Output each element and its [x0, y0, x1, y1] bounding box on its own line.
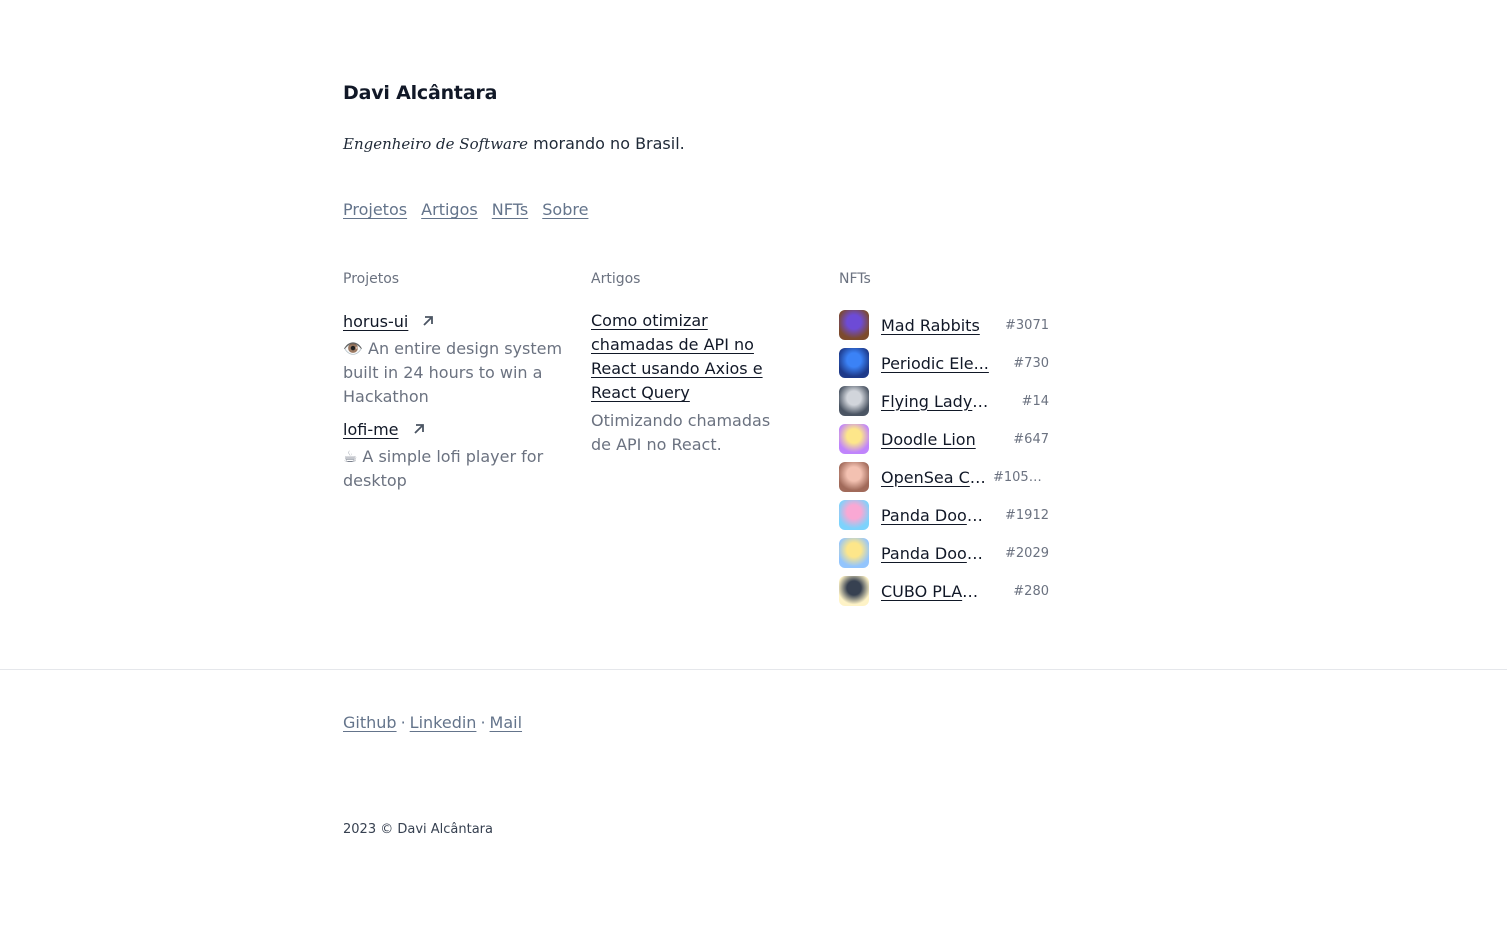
nfts-heading: NFTs — [839, 271, 871, 287]
project-link-horus-ui[interactable]: horus-ui — [343, 312, 408, 331]
footer-link-github[interactable]: Github — [343, 713, 397, 732]
nft-token-id: #280 — [1013, 583, 1049, 599]
tagline: Engenheiro de Software morando no Brasil… — [343, 134, 685, 153]
main-nav: Projetos Artigos NFTs Sobre — [343, 200, 597, 219]
external-arrow-icon[interactable] — [411, 421, 427, 437]
nft-name-link[interactable]: Doodle Lion — [881, 430, 989, 449]
nft-item[interactable]: Doodle Lion #647 — [839, 420, 1049, 458]
nft-item[interactable]: OpenSea Co... #1057... — [839, 458, 1049, 496]
nft-name-link[interactable]: Panda Doodl... — [881, 544, 989, 563]
nft-token-id: #1912 — [1005, 507, 1049, 523]
nft-token-id: #647 — [1013, 431, 1049, 447]
nft-thumbnail — [839, 424, 869, 454]
project-item: lofi-me ☕ A simple lofi player for deskt… — [343, 417, 563, 493]
nft-thumbnail — [839, 310, 869, 340]
footer-separator: · — [480, 713, 486, 732]
nav-link-projetos[interactable]: Projetos — [343, 200, 407, 219]
footer-link-linkedin[interactable]: Linkedin — [410, 713, 477, 732]
nft-name-link[interactable]: Flying Lady ... — [881, 392, 989, 411]
article-item: Como otimizar chamadas de API no React u… — [591, 309, 791, 457]
nft-name-link[interactable]: Mad Rabbits — [881, 316, 989, 335]
nft-thumbnail — [839, 576, 869, 606]
tagline-location: morando no Brasil. — [528, 134, 685, 153]
nft-token-id: #1057... — [993, 469, 1049, 485]
nft-name-link[interactable]: OpenSea Co... — [881, 468, 989, 487]
footer-link-mail[interactable]: Mail — [490, 713, 523, 732]
nft-thumbnail — [839, 500, 869, 530]
external-arrow-icon[interactable] — [420, 313, 436, 329]
footer-divider — [0, 669, 1507, 670]
nft-item[interactable]: Flying Lady ... #14 — [839, 382, 1049, 420]
projects-section: Projetos horus-ui 👁️ An entire design sy… — [343, 271, 563, 490]
nft-token-id: #14 — [1021, 393, 1049, 409]
nft-list: Mad Rabbits #3071 Periodic Ele... #730 F… — [839, 306, 1049, 610]
nft-name-link[interactable]: Periodic Ele... — [881, 354, 989, 373]
article-description: Otimizando chamadas de API no React. — [591, 411, 771, 454]
nft-token-id: #3071 — [1005, 317, 1049, 333]
tagline-role: Engenheiro de Software — [343, 135, 529, 153]
site-owner-name: Davi Alcântara — [343, 82, 498, 104]
articles-heading: Artigos — [591, 271, 641, 287]
project-item: horus-ui 👁️ An entire design system buil… — [343, 309, 563, 409]
nft-item[interactable]: Periodic Ele... #730 — [839, 344, 1049, 382]
footer-links: Github · Linkedin · Mail — [343, 713, 522, 732]
nav-link-artigos[interactable]: Artigos — [421, 200, 478, 219]
nft-thumbnail — [839, 538, 869, 568]
articles-section: Artigos Como otimizar chamadas de API no… — [591, 271, 791, 454]
nft-name-link[interactable]: CUBO PLAN... — [881, 582, 989, 601]
nft-token-id: #2029 — [1005, 545, 1049, 561]
nft-name-link[interactable]: Panda Doodl... — [881, 506, 989, 525]
projects-heading: Projetos — [343, 271, 400, 287]
nft-item[interactable]: CUBO PLAN... #280 — [839, 572, 1049, 610]
project-description: ☕ A simple lofi player for desktop — [343, 447, 544, 490]
nav-link-sobre[interactable]: Sobre — [542, 200, 588, 219]
nft-thumbnail — [839, 386, 869, 416]
project-link-lofi-me[interactable]: lofi-me — [343, 420, 399, 439]
footer-separator: · — [400, 713, 406, 732]
nft-item[interactable]: Mad Rabbits #3071 — [839, 306, 1049, 344]
nav-link-nfts[interactable]: NFTs — [492, 200, 528, 219]
project-description: 👁️ An entire design system built in 24 h… — [343, 339, 563, 406]
nft-thumbnail — [839, 462, 869, 492]
nft-item[interactable]: Panda Doodl... #1912 — [839, 496, 1049, 534]
nfts-section: NFTs Mad Rabbits #3071 Periodic Ele... #… — [839, 271, 1049, 606]
nft-item[interactable]: Panda Doodl... #2029 — [839, 534, 1049, 572]
nft-thumbnail — [839, 348, 869, 378]
nft-token-id: #730 — [1013, 355, 1049, 371]
copyright: 2023 © Davi Alcântara — [343, 822, 493, 837]
article-link[interactable]: Como otimizar chamadas de API no React u… — [591, 311, 763, 402]
